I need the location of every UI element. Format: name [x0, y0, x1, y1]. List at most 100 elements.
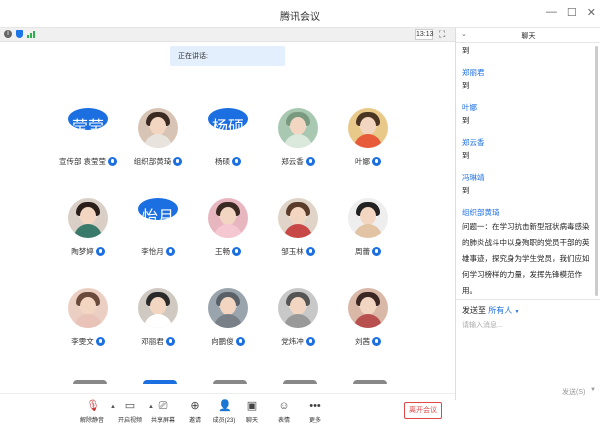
- participant-name-row: 邹玉林: [258, 246, 338, 257]
- participant-tile[interactable]: 郑云香: [263, 108, 333, 198]
- mic-icon: [165, 337, 175, 346]
- chat-scrollbar[interactable]: [595, 46, 598, 296]
- signal-icon[interactable]: [27, 30, 35, 38]
- chat-panel: ⌄ 聊天 到郑丽君到叶娜到郑云香到冯琳靖到组织部黄琦 问题一：在学习抗击新型冠状病…: [455, 28, 600, 400]
- participant-tile[interactable]: 杨硕 杨硕: [193, 108, 263, 198]
- participant-name: 杨硕: [215, 157, 230, 166]
- mic-icon: [232, 157, 241, 166]
- meeting-timer: 13:13: [415, 29, 434, 40]
- unmute-button[interactable]: 🎙 解除静音: [72, 400, 112, 424]
- participant-name-row: 郑云香: [258, 156, 338, 167]
- avatar: [278, 288, 318, 328]
- avatar: [208, 288, 248, 328]
- chat-message-text: 到: [462, 81, 470, 90]
- chat-sender: 冯琳靖: [462, 173, 485, 182]
- chat-sender: 叶娜: [462, 103, 477, 112]
- mic-icon: [372, 337, 381, 346]
- mic-icon: [95, 247, 105, 256]
- avatar: [278, 198, 318, 238]
- mic-icon: [235, 337, 245, 346]
- meeting-toolbar: 🎙 解除静音 ▲ ▭ 开启视频 ▲ ⎚ 共享屏幕 ⊕ 邀请 👤 成员(23) ▣…: [0, 393, 455, 428]
- mic-icon: [372, 247, 381, 256]
- chat-message-text: 问题一：在学习抗击新型冠状病毒感染的肺炎战斗中以身殉职的党员干部的英雄事迹，探究…: [462, 222, 590, 295]
- participant-tile[interactable]: 刘茜: [333, 288, 403, 378]
- window-controls: — ☐ ✕: [546, 6, 596, 19]
- participant-name-row: 邓丽君: [118, 336, 198, 347]
- participant-name: 陶梦婷: [71, 247, 94, 256]
- participant-tile[interactable]: 王畅: [193, 198, 263, 288]
- participant-tile[interactable]: 向鹏俊: [193, 288, 263, 378]
- participant-name: 刘茜: [355, 337, 370, 346]
- avatar: [348, 108, 388, 148]
- participant-name: 向鹏俊: [211, 337, 234, 346]
- chat-sender: 郑云香: [462, 138, 485, 147]
- participant-name-row: 李雯文: [48, 336, 128, 347]
- shield-icon[interactable]: [16, 30, 23, 38]
- mic-icon: [305, 157, 315, 166]
- participant-name: 叶娜: [355, 157, 370, 166]
- camera-icon: ▭: [124, 400, 136, 412]
- participant-name: 党炜冲: [281, 337, 304, 346]
- participant-name: 李雯文: [71, 337, 94, 346]
- participant-name: 郑云香: [281, 157, 304, 166]
- avatar: [208, 198, 248, 238]
- participant-tile[interactable]: 周蕾: [333, 198, 403, 288]
- participant-tile[interactable]: 党炜冲: [263, 288, 333, 378]
- info-icon[interactable]: i: [4, 30, 12, 38]
- mic-icon: [305, 337, 315, 346]
- mic-icon: [372, 157, 381, 166]
- send-button[interactable]: 发送(S): [562, 387, 585, 397]
- participant-name-row: 向鹏俊: [188, 336, 268, 347]
- send-options-chevron-icon[interactable]: ▼: [590, 387, 596, 393]
- avatar: [348, 288, 388, 328]
- participant-name-row: 组织部黄琦: [118, 156, 198, 167]
- meeting-status-bar: i 13:13 ⛶: [0, 28, 455, 42]
- more-button[interactable]: ••• 更多: [295, 400, 335, 424]
- participant-tile[interactable]: 李雯文: [53, 288, 123, 378]
- send-to-label: 发送至: [462, 306, 486, 315]
- participant-tile[interactable]: 怡月 李怡月: [123, 198, 193, 288]
- participant-tile[interactable]: 邓丽君: [123, 288, 193, 378]
- chat-header: ⌄ 聊天: [456, 28, 600, 43]
- window-title: 腾讯会议: [280, 12, 320, 23]
- meeting-area: i 13:13 ⛶ 正在讲话: 莹莹 宣传部 袁莹莹 组织部黄琦 杨硕 杨硕 郑云香 叶娜陶…: [0, 28, 455, 428]
- mic-icon: [165, 247, 175, 256]
- minimize-icon[interactable]: —: [546, 6, 557, 19]
- participant-name-row: 周蕾: [328, 246, 408, 257]
- chevron-down-icon[interactable]: ▼: [514, 309, 519, 315]
- avatar: [138, 288, 178, 328]
- send-to-target-select[interactable]: 所有人: [488, 306, 512, 315]
- participant-tile[interactable]: 莹莹 宣传部 袁莹莹: [53, 108, 123, 198]
- participant-tile[interactable]: 陶梦婷: [53, 198, 123, 288]
- leave-meeting-button[interactable]: 离开会议: [404, 402, 442, 419]
- speaking-indicator: 正在讲话:: [170, 46, 285, 66]
- participant-name: 邓丽君: [141, 337, 164, 346]
- close-icon[interactable]: ✕: [587, 6, 596, 19]
- avatar: 杨硕: [208, 108, 248, 130]
- participant-name: 周蕾: [355, 247, 370, 256]
- participant-tile[interactable]: 邹玉林: [263, 198, 333, 288]
- participant-name-row: 党炜冲: [258, 336, 338, 347]
- participant-name: 邹玉林: [281, 247, 304, 256]
- participant-name-row: 陶梦婷: [48, 246, 128, 257]
- avatar: 怡月: [138, 198, 178, 220]
- divider: [456, 299, 600, 300]
- avatar: [68, 198, 108, 238]
- more-icon: •••: [309, 400, 321, 412]
- chat-message-text: 到: [462, 186, 470, 195]
- share-screen-icon: ⎚: [158, 400, 168, 412]
- chat-icon: ▣: [246, 400, 258, 412]
- mic-off-icon: 🎙: [86, 400, 100, 412]
- avatar: [348, 198, 388, 238]
- mic-icon: [95, 337, 105, 346]
- maximize-icon[interactable]: ☐: [567, 6, 577, 19]
- chat-message-list[interactable]: 到郑丽君到叶娜到郑云香到冯琳靖到组织部黄琦 问题一：在学习抗击新型冠状病毒感染的肺…: [462, 44, 594, 318]
- fullscreen-icon[interactable]: ⛶: [439, 29, 445, 40]
- participant-tile[interactable]: 组织部黄琦: [123, 108, 193, 198]
- participant-name-row: 叶娜: [328, 156, 408, 167]
- chat-message-text: 到: [462, 151, 470, 160]
- chat-input[interactable]: 请输入消息...: [462, 320, 503, 330]
- partial-tile: [73, 380, 107, 384]
- participant-tile[interactable]: 叶娜: [333, 108, 403, 198]
- chat-title: 聊天: [521, 33, 536, 40]
